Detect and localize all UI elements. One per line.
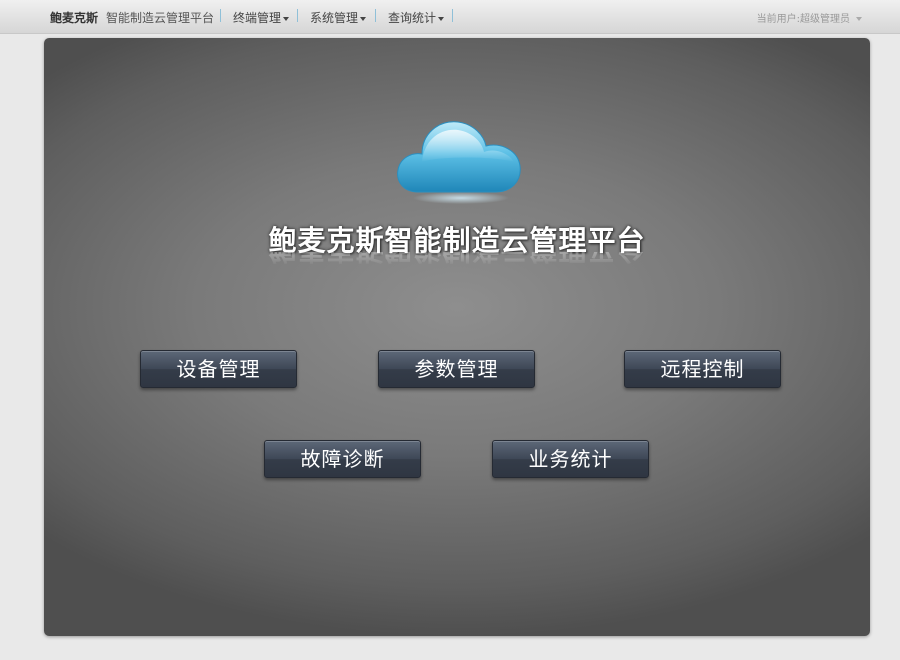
platform-subtitle: 智能制造云管理平台 xyxy=(106,11,215,25)
menu-label: 终端管理 xyxy=(233,11,282,25)
parameter-management-button[interactable]: 参数管理 xyxy=(378,350,535,388)
nav-separator xyxy=(220,9,221,22)
platform-title-reflection: 鲍麦克斯智能制造云管理平台 xyxy=(44,252,870,266)
menu-label: 查询统计 xyxy=(388,11,437,25)
menu-query-statistics[interactable]: 查询统计 xyxy=(388,9,445,26)
business-statistics-button[interactable]: 业务统计 xyxy=(492,440,649,478)
top-navbar: 鲍麦克斯 智能制造云管理平台 终端管理 系统管理 查询统计 当前用户:超级管理员 xyxy=(0,0,900,34)
nav-separator xyxy=(297,9,298,22)
main-panel: 鲍麦克斯智能制造云管理平台 鲍麦克斯智能制造云管理平台 设备管理 参数管理 远程… xyxy=(44,38,870,636)
current-user-label: 当前用户:超级管理员 xyxy=(756,14,850,25)
device-management-button[interactable]: 设备管理 xyxy=(140,350,297,388)
remote-control-button[interactable]: 远程控制 xyxy=(624,350,781,388)
caret-down-icon xyxy=(283,16,290,21)
caret-down-icon xyxy=(856,17,862,21)
platform-title-block: 鲍麦克斯智能制造云管理平台 鲍麦克斯智能制造云管理平台 xyxy=(44,224,870,266)
current-user-menu[interactable]: 当前用户:超级管理员 xyxy=(757,10,862,25)
menu-terminal-management[interactable]: 终端管理 xyxy=(233,9,290,26)
fault-diagnosis-button[interactable]: 故障诊断 xyxy=(264,440,421,478)
caret-down-icon xyxy=(438,16,445,21)
brand-name[interactable]: 鲍麦克斯 xyxy=(50,9,98,26)
nav-separator xyxy=(452,9,453,22)
menu-label: 系统管理 xyxy=(310,11,359,25)
menu-system-management[interactable]: 系统管理 xyxy=(310,9,367,26)
nav-separator xyxy=(375,9,376,22)
caret-down-icon xyxy=(360,16,367,21)
cloud-icon xyxy=(397,121,521,204)
